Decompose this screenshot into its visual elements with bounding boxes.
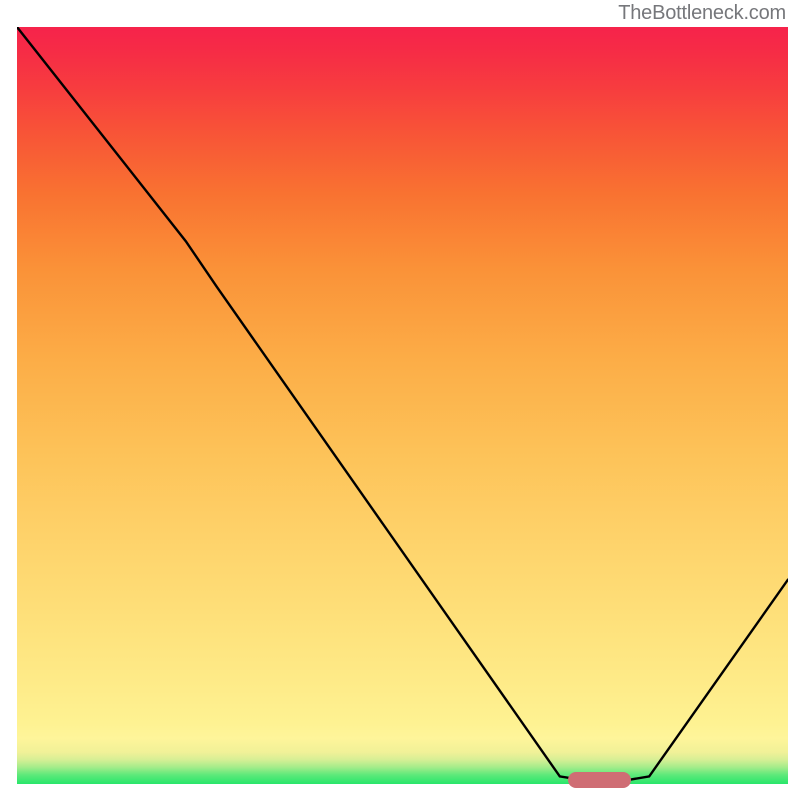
chart-area <box>17 27 788 784</box>
watermark-text: TheBottleneck.com <box>618 2 786 25</box>
gradient-background <box>17 27 788 784</box>
optimal-marker <box>568 772 631 788</box>
